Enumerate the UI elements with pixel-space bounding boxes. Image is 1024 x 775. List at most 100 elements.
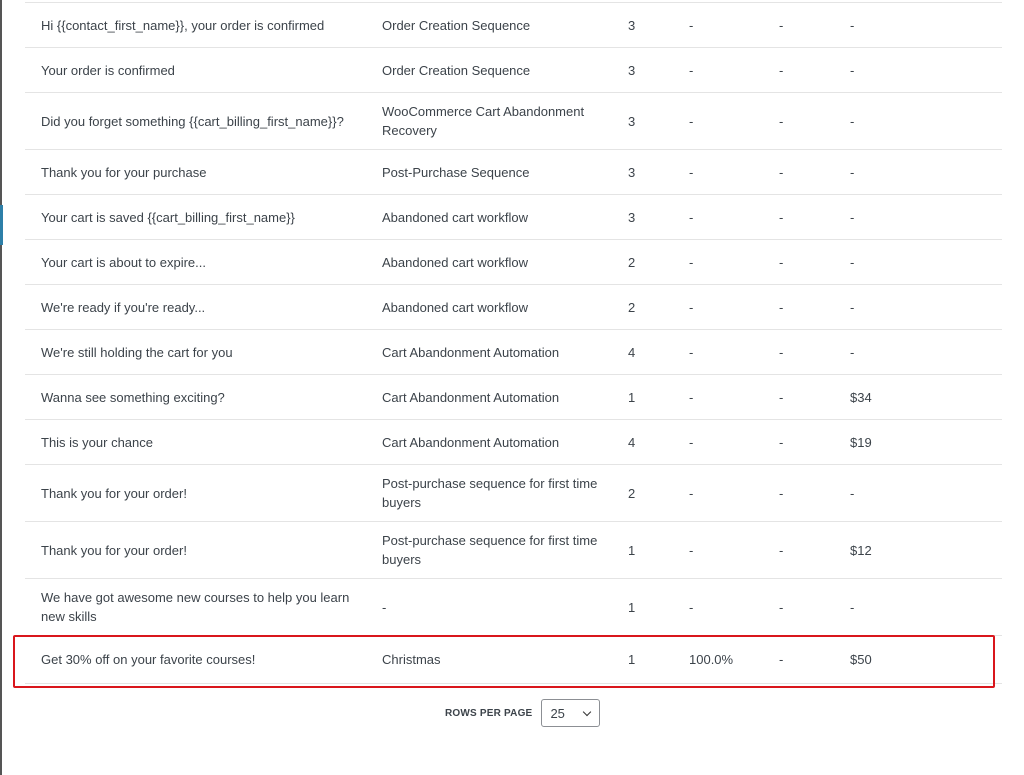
cell-clicks: - [779,344,784,360]
cell-revenue: - [850,164,855,180]
cell-clicks: - [779,164,784,180]
sequence-name: Abandoned cart workflow [382,254,528,270]
cell-rate: - [689,344,694,360]
cell-rate: - [689,389,694,405]
cell-revenue: - [850,299,855,315]
cell-rate: - [689,17,694,33]
cell-revenue: - [850,209,855,225]
pagination: ROWS PER PAGE 25 [445,699,601,727]
email-title: Wanna see something exciting? [41,389,225,405]
cell-revenue: $34 [850,389,872,405]
cell-count: 3 [628,17,636,33]
cell-rate: - [689,599,694,615]
cell-clicks: - [779,434,784,450]
sequence-name: Abandoned cart workflow [382,209,528,225]
cell-revenue: $50 [850,652,872,667]
email-table: Hi {{contact_first_name}}, your order is… [25,2,1002,684]
cell-count: 3 [628,62,636,78]
cell-rate: - [689,485,694,501]
cell-count: 3 [628,209,636,225]
email-title: This is your chance [41,434,153,450]
cell-revenue: - [850,485,855,501]
table-row[interactable]: We're still holding the cart for you Cart… [25,330,1002,375]
cell-revenue: $12 [850,542,872,558]
window-edge-accent [0,205,3,245]
cell-count: 2 [628,299,636,315]
cell-rate: - [689,209,694,225]
cell-count: 4 [628,434,636,450]
window-edge [0,0,2,775]
cell-revenue: - [850,254,855,270]
email-title: Thank you for your purchase [41,164,207,180]
cell-count: 4 [628,344,636,360]
table-row[interactable]: Did you forget something {{cart_billing_… [25,93,1002,150]
email-title: Thank you for your order! [41,485,187,501]
cell-count: 1 [628,652,636,667]
cell-count: 3 [628,164,636,180]
cell-clicks: - [779,62,784,78]
cell-count: 1 [628,599,636,615]
sequence-name: Order Creation Sequence [382,62,531,78]
sequence-name: Order Creation Sequence [382,17,531,33]
sequence-name: Cart Abandonment Automation [382,389,560,405]
table-row[interactable]: Wanna see something exciting? Cart Abando… [25,375,1002,420]
cell-count: 1 [628,542,636,558]
sequence-name: Post-purchase sequence for first time bu… [382,533,598,567]
sequence-name: - [382,599,387,615]
cell-revenue: - [850,62,855,78]
rows-per-page-select[interactable]: 25 [541,699,601,727]
rows-per-page-label: ROWS PER PAGE [445,707,533,719]
cell-rate: - [689,254,694,270]
cell-count: 2 [628,485,636,501]
email-title: Hi {{contact_first_name}}, your order is… [41,17,325,33]
email-title: We have got awesome new courses to help … [41,590,350,624]
email-title: Your cart is saved {{cart_billing_first_… [41,209,295,225]
table-row[interactable]: We're ready if you're ready... Abandoned … [25,285,1002,330]
cell-clicks: - [779,17,784,33]
email-title: Your cart is about to expire... [41,254,207,270]
cell-count: 3 [628,113,636,129]
cell-clicks: - [779,652,784,667]
cell-revenue: - [850,599,855,615]
cell-clicks: - [779,485,784,501]
email-title: Thank you for your order! [41,542,187,558]
cell-rate: - [689,434,694,450]
rows-per-page-value: 25 [550,705,565,721]
table-row[interactable]: Your cart is saved {{cart_billing_first_… [25,195,1002,240]
email-title: Did you forget something {{cart_billing_… [41,113,344,129]
cell-revenue: - [850,113,855,129]
sequence-name: Post-purchase sequence for first time bu… [382,476,598,510]
table-row[interactable]: Thank you for your order! Post-purchase s… [25,522,1002,579]
table-row[interactable]: Your order is confirmed Order Creation Se… [25,48,1002,93]
email-title: We're still holding the cart for you [41,344,233,360]
cell-count: 2 [628,254,636,270]
cell-revenue: - [850,17,855,33]
cell-rate: - [689,113,694,129]
email-title: Your order is confirmed [41,62,175,78]
table-row[interactable]: Hi {{contact_first_name}}, your order is… [25,3,1002,48]
cell-rate: 100.0% [689,652,734,667]
chevron-down-icon [583,707,592,716]
table-row[interactable]: Thank you for your purchase Post-Purchase… [25,150,1002,195]
email-title: Get 30% off on your favorite courses! [41,652,256,667]
table-row[interactable]: We have got awesome new courses to help … [25,579,1002,636]
cell-rate: - [689,62,694,78]
cell-clicks: - [779,209,784,225]
sequence-name: Abandoned cart workflow [382,299,528,315]
table-row[interactable]: Your cart is about to expire... Abandoned… [25,240,1002,285]
sequence-name: Christmas [382,652,441,667]
cell-clicks: - [779,542,784,558]
sequence-name: WooCommerce Cart Abandonment Recovery [382,104,585,138]
cell-rate: - [689,299,694,315]
cell-clicks: - [779,599,784,615]
cell-count: 1 [628,389,636,405]
cell-clicks: - [779,299,784,315]
table-row[interactable]: Thank you for your order! Post-purchase s… [25,465,1002,522]
cell-clicks: - [779,389,784,405]
cell-rate: - [689,164,694,180]
table-row[interactable]: This is your chance Cart Abandonment Auto… [25,420,1002,465]
sequence-name: Cart Abandonment Automation [382,434,560,450]
table-row-highlighted[interactable]: Get 30% off on your favorite courses! Chr… [25,636,1002,684]
sequence-name: Cart Abandonment Automation [382,344,560,360]
sequence-name: Post-Purchase Sequence [382,164,530,180]
